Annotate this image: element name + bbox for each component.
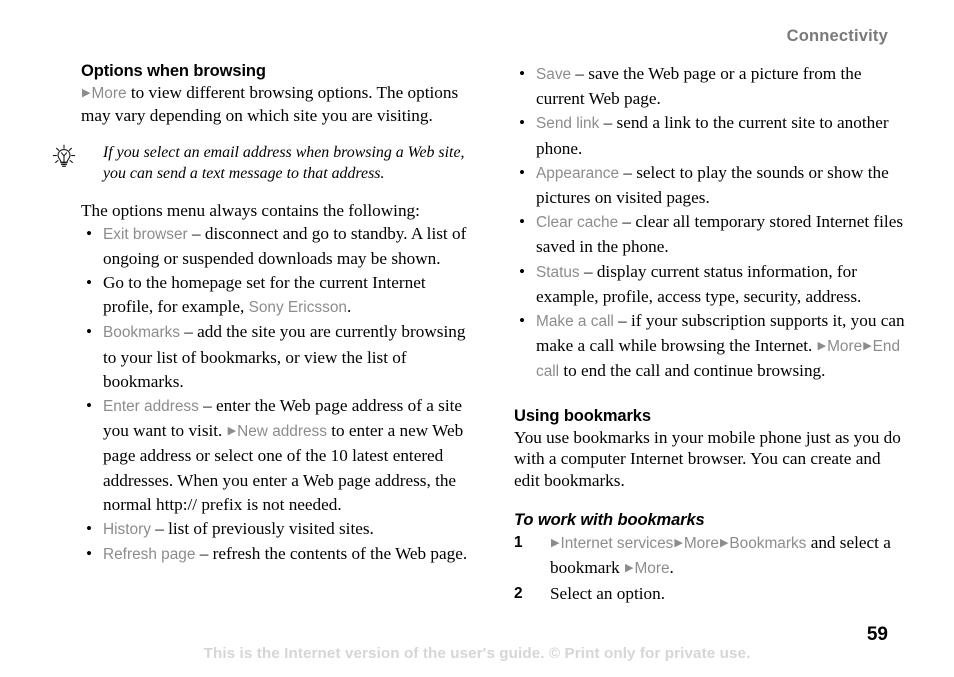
procedure-title: To work with bookmarks xyxy=(514,511,705,530)
ui-term-make-a-call: Make a call xyxy=(536,313,614,331)
list-item-text-2: to end the call and continue browsing. xyxy=(559,361,826,381)
ui-term-enter-address: Enter address xyxy=(103,397,199,415)
bullet-icon: • xyxy=(519,261,526,281)
ui-term-refresh-page: Refresh page xyxy=(103,546,196,564)
list-item: • History – list of previously visited si… xyxy=(81,517,477,542)
left-column: Options when browsing ▶More to view diff… xyxy=(52,62,477,568)
list-item-text: – list of previously visited sites. xyxy=(150,518,374,538)
step-number: 2 xyxy=(514,584,523,602)
section-title-using-bookmarks: Using bookmarks xyxy=(514,406,651,425)
ui-term-clear-cache: Clear cache xyxy=(536,214,619,232)
bullet-icon: • xyxy=(519,212,526,232)
triangle-right-icon: ▶ xyxy=(625,562,634,575)
step-number: 1 xyxy=(514,534,523,552)
list-item: • Enter address – enter the Web page addr… xyxy=(81,394,477,517)
step-item: 2 Select an option. xyxy=(514,582,910,606)
right-column: • Save – save the Web page or a picture f… xyxy=(514,62,910,606)
bullet-icon: • xyxy=(519,113,526,133)
triangle-right-icon: ▶ xyxy=(227,425,237,438)
intro-paragraph: ▶More to view different browsing options… xyxy=(81,82,477,126)
ui-term-bookmarks: Bookmarks xyxy=(103,324,180,342)
tip-block: If you select an email address when brow… xyxy=(52,142,477,184)
ui-term-exit-browser: Exit browser xyxy=(103,225,188,243)
triangle-right-icon: ▶ xyxy=(82,87,91,99)
step-item: 1 ▶Internet services▶More▶Bookmarks and s… xyxy=(514,531,910,581)
list-intro: The options menu always contains the fol… xyxy=(81,201,420,220)
list-item: • Make a call – if your subscription supp… xyxy=(514,309,910,385)
bullet-icon: • xyxy=(86,395,93,415)
ui-term-internet-services: Internet services xyxy=(560,535,674,553)
ui-term-status: Status xyxy=(536,263,580,281)
ui-term-history: History xyxy=(103,520,151,538)
triangle-right-icon: ▶ xyxy=(674,537,683,550)
options-list-continued: • Save – save the Web page or a picture f… xyxy=(514,62,910,385)
list-item: • Bookmarks – add the site you are curren… xyxy=(81,320,477,394)
list-item-text: – refresh the contents of the Web page. xyxy=(195,544,468,564)
list-item: • Send link – send a link to the current … xyxy=(514,111,910,160)
ui-term-more: More xyxy=(827,338,863,356)
list-item: • Go to the homepage set for the current … xyxy=(81,271,477,320)
triangle-right-icon: ▶ xyxy=(719,537,729,550)
bullet-icon: • xyxy=(86,544,93,564)
ui-term-more: More xyxy=(91,85,127,102)
footer-note: This is the Internet version of the user… xyxy=(203,645,751,662)
bullet-icon: • xyxy=(519,64,526,83)
list-item-text: – save the Web page or a picture from th… xyxy=(536,64,862,109)
using-bookmarks-body: You use bookmarks in your mobile phone j… xyxy=(514,427,901,490)
page-number: 59 xyxy=(866,624,888,645)
bullet-icon: • xyxy=(86,322,93,342)
bullet-icon: • xyxy=(519,311,526,331)
list-item: • Save – save the Web page or a picture f… xyxy=(514,62,910,111)
running-head: Connectivity xyxy=(786,27,888,45)
bullet-icon: • xyxy=(519,162,526,182)
lightbulb-icon xyxy=(51,144,77,170)
list-item-text-after: . xyxy=(346,297,352,317)
triangle-right-icon: ▶ xyxy=(817,340,827,353)
triangle-right-icon: ▶ xyxy=(863,340,872,353)
list-item-text: – display current status information, fo… xyxy=(536,261,862,306)
tip-text: If you select an email address when brow… xyxy=(103,144,465,182)
list-item: • Status – display current status informa… xyxy=(514,260,910,309)
step-text-end: . xyxy=(669,558,674,578)
ui-term-appearance: Appearance xyxy=(536,164,620,182)
ui-term-bookmarks: Bookmarks xyxy=(729,535,807,553)
list-item: • Exit browser – disconnect and go to sta… xyxy=(81,222,477,271)
procedure-steps: 1 ▶Internet services▶More▶Bookmarks and s… xyxy=(514,531,910,606)
ui-term-send-link: Send link xyxy=(536,115,600,133)
ui-term-more: More xyxy=(683,535,719,553)
triangle-right-icon: ▶ xyxy=(551,537,560,550)
options-list: • Exit browser – disconnect and go to sta… xyxy=(81,222,477,568)
intro-text: to view different browsing options. The … xyxy=(81,83,459,125)
ui-term-save: Save xyxy=(536,66,572,83)
list-item: • Refresh page – refresh the contents of … xyxy=(81,542,477,567)
bullet-icon: • xyxy=(86,223,93,243)
list-item: • Clear cache – clear all temporary store… xyxy=(514,210,910,259)
bullet-icon: • xyxy=(86,272,93,292)
bullet-icon: • xyxy=(86,518,93,538)
page-title: Options when browsing xyxy=(81,62,266,80)
step-text: Select an option. xyxy=(550,583,666,603)
ui-term-more: More xyxy=(634,560,670,578)
ui-term-sony-ericsson: Sony Ericsson xyxy=(248,299,347,317)
ui-term-new-address: New address xyxy=(237,423,327,441)
list-item: • Appearance – select to play the sounds … xyxy=(514,161,910,210)
